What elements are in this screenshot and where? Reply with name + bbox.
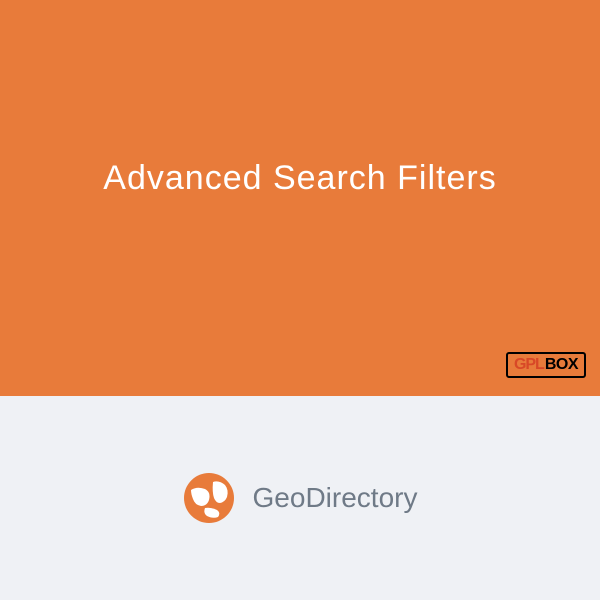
top-panel: Advanced Search Filters GPL BOX bbox=[0, 0, 600, 396]
brand-name: GeoDirectory bbox=[253, 482, 418, 514]
badge-box-text: BOX bbox=[545, 356, 578, 374]
gplbox-badge: GPL BOX bbox=[506, 352, 586, 378]
globe-icon bbox=[183, 472, 235, 524]
bottom-panel: GeoDirectory bbox=[0, 396, 600, 600]
badge-gpl-text: GPL bbox=[514, 356, 544, 374]
page-title: Advanced Search Filters bbox=[103, 159, 496, 198]
